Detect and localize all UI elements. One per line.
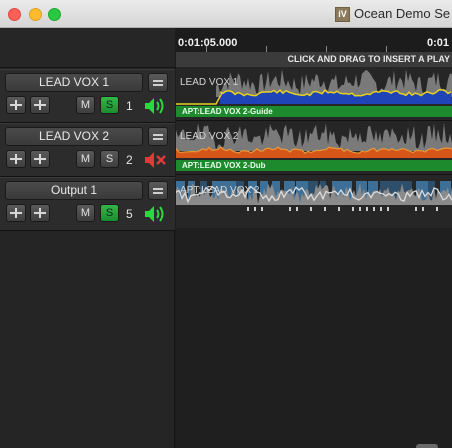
window-titlebar: iV Ocean Demo Se: [0, 0, 452, 28]
add-plus-icon[interactable]: [30, 204, 50, 222]
audio-lane-lead-vox-1[interactable]: LEAD VOX 1 APT:LEAD VOX 2-Guide: [176, 67, 452, 121]
horizontal-scrollbar[interactable]: [416, 444, 438, 448]
track-panel-spacer: [0, 28, 175, 68]
close-window-button[interactable]: [8, 8, 21, 21]
audio-lane-output-1[interactable]: APT:LEAD VOX 2: [176, 175, 452, 229]
track-number: 2: [126, 153, 133, 167]
add-plus-icon[interactable]: [6, 150, 26, 168]
mute-button[interactable]: M: [76, 96, 95, 114]
speaker-on-icon[interactable]: [143, 204, 169, 224]
mute-button[interactable]: M: [76, 204, 95, 222]
lane-clip-label[interactable]: APT:LEAD VOX 2-Dub: [176, 160, 452, 171]
speaker-on-icon[interactable]: [143, 96, 169, 116]
ruler-time-label: 0:01: [427, 37, 450, 49]
lane-title: APT:LEAD VOX 2: [180, 185, 260, 196]
solo-button[interactable]: S: [100, 96, 119, 114]
window-title: Ocean Demo Se: [354, 6, 451, 21]
add-plus-icon[interactable]: [6, 204, 26, 222]
lane-clip-label[interactable]: APT:LEAD VOX 2-Guide: [176, 106, 452, 117]
track-header-lead-vox-2: LEAD VOX 2 M S 2: [0, 123, 175, 177]
track-header-lead-vox-1: LEAD VOX 1 M S 1: [0, 69, 175, 123]
track-header-panel: LEAD VOX 1 M S 1 LEAD VOX 2 M S 2 Output…: [0, 28, 175, 448]
track-menu-button[interactable]: [148, 73, 168, 92]
track-menu-button[interactable]: [148, 127, 168, 146]
empty-timeline-area[interactable]: [176, 228, 452, 448]
minimize-window-button[interactable]: [29, 8, 42, 21]
app-icon: iV: [335, 7, 350, 22]
track-name-field[interactable]: LEAD VOX 2: [5, 127, 143, 146]
maximize-window-button[interactable]: [48, 8, 61, 21]
add-plus-icon[interactable]: [30, 150, 50, 168]
track-header-output-1: Output 1 M S 5: [0, 177, 175, 231]
solo-button[interactable]: S: [100, 150, 119, 168]
add-plus-icon[interactable]: [30, 96, 50, 114]
speaker-muted-icon[interactable]: [143, 150, 169, 170]
track-number: 1: [126, 99, 133, 113]
track-number: 5: [126, 207, 133, 221]
insert-playlist-hint[interactable]: CLICK AND DRAG TO INSERT A PLAY: [176, 52, 452, 67]
track-name-field[interactable]: LEAD VOX 1: [5, 73, 143, 92]
timeline-area[interactable]: 0:01:05.000 0:01 CLICK AND DRAG TO INSER…: [176, 28, 452, 448]
track-name-field[interactable]: Output 1: [5, 181, 143, 200]
audio-lane-lead-vox-2[interactable]: LEAD VOX 2 APT:LEAD VOX 2-Dub: [176, 121, 452, 175]
lane-title: LEAD VOX 1: [180, 77, 239, 88]
solo-button[interactable]: S: [100, 204, 119, 222]
lane-title: LEAD VOX 2: [180, 131, 239, 142]
mute-button[interactable]: M: [76, 150, 95, 168]
track-menu-button[interactable]: [148, 181, 168, 200]
ruler-time-label: 0:01:05.000: [178, 37, 238, 49]
waveform-output-1: [176, 181, 452, 211]
time-ruler[interactable]: 0:01:05.000 0:01: [176, 28, 452, 52]
add-plus-icon[interactable]: [6, 96, 26, 114]
